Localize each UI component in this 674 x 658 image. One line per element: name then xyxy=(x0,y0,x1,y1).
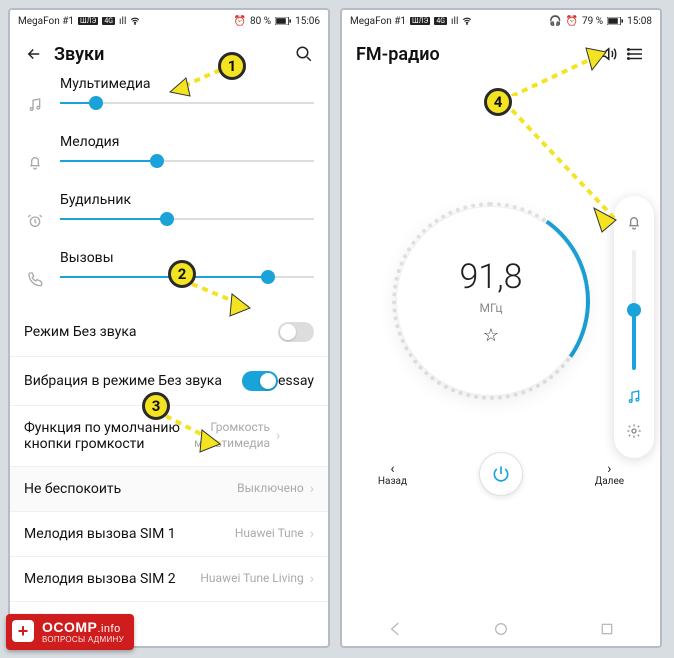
chevron-right-icon: › xyxy=(276,428,280,444)
slider-label: Будильник xyxy=(60,192,314,208)
battery-icon xyxy=(275,17,291,25)
net-badge: 4G xyxy=(102,17,115,25)
music-icon[interactable] xyxy=(623,386,645,408)
chevron-right-icon: › xyxy=(310,571,314,587)
signal-icon: ıll xyxy=(451,16,458,27)
chevron-right-icon: › xyxy=(607,462,611,476)
carrier-label: MegaFon #1 xyxy=(18,16,74,27)
annotation-marker-1: 1 xyxy=(218,52,246,80)
row-label: Режим Без звука xyxy=(24,324,278,340)
row-value: Huawei Tune xyxy=(235,526,304,542)
wifi-icon xyxy=(462,16,472,26)
battery-pct: 79 % xyxy=(582,16,603,27)
row-label: Мелодия вызова SIM 2 xyxy=(24,571,200,587)
alarm-icon: ⏰ xyxy=(234,16,246,27)
status-bar: MegaFon #1 ШЛЭ 4G ıll ⏰ 80 % 15:06 xyxy=(10,10,328,32)
favorite-icon[interactable]: ☆ xyxy=(483,325,499,346)
row-value: Выключено xyxy=(237,481,304,497)
alarm-icon: ⏰ xyxy=(566,16,578,27)
toggle-silent[interactable] xyxy=(278,322,314,342)
row-vibrate-silent[interactable]: Вибрация в режиме Без звука essay xyxy=(10,357,328,406)
slider-alarm: Будильник xyxy=(24,192,314,232)
plus-icon: + xyxy=(12,620,34,642)
row-label: Вибрация в режиме Без звука xyxy=(24,373,242,389)
signal-icon: ıll xyxy=(119,16,126,27)
annotation-marker-3: 3 xyxy=(142,392,170,420)
back-icon[interactable] xyxy=(24,44,44,64)
alarm-icon xyxy=(24,210,46,232)
watermark-badge: + OCOMP.info ВОПРОСЫ АДМИНУ xyxy=(6,614,134,650)
chevron-right-icon: › xyxy=(310,481,314,497)
battery-pct: 80 % xyxy=(250,16,271,27)
row-silent-mode[interactable]: Режим Без звука xyxy=(10,308,328,357)
frequency-unit: МГц xyxy=(479,301,502,315)
chevron-left-icon: ‹ xyxy=(390,462,394,476)
annotation-marker-4: 4 xyxy=(484,88,512,116)
chevron-right-icon: › xyxy=(310,526,314,542)
phone-sounds: MegaFon #1 ШЛЭ 4G ıll ⏰ 80 % 15:06 Звуки… xyxy=(8,8,330,648)
clock: 15:06 xyxy=(295,16,320,27)
prev-button[interactable]: ‹ Назад xyxy=(378,462,407,487)
status-bar: MegaFon #1 ШЛЭ 4G ıll 🎧 ⏰ 79 % 15:08 xyxy=(342,10,660,32)
nav-home-icon[interactable] xyxy=(493,621,509,637)
nav-recent-icon[interactable] xyxy=(599,621,615,637)
annotation-arrow-4a xyxy=(498,36,638,96)
bell-icon xyxy=(24,152,46,174)
gear-icon[interactable] xyxy=(623,420,645,442)
clock: 15:08 xyxy=(627,16,652,27)
slider-track[interactable] xyxy=(60,218,314,220)
row-value: Huawei Tune Living xyxy=(200,571,303,587)
music-icon xyxy=(24,94,46,116)
frequency-value: 91,8 xyxy=(459,257,522,297)
power-button[interactable] xyxy=(479,452,523,496)
row-sim2-ringtone[interactable]: Мелодия вызова SIM 2 Huawei Tune Living … xyxy=(10,557,328,602)
next-button[interactable]: › Далее xyxy=(595,462,624,487)
brand-text: OCOMP xyxy=(42,619,97,635)
brand-tld: .info xyxy=(97,623,120,635)
row-dnd[interactable]: Не беспокоить Выключено › xyxy=(10,467,328,512)
row-sim1-ringtone[interactable]: Мелодия вызова SIM 1 Huawei Tune › xyxy=(10,512,328,557)
volte-badge: ШЛЭ xyxy=(410,17,430,25)
btn-label: Далее xyxy=(595,476,624,487)
slider-label: Мелодия xyxy=(60,134,314,150)
carrier-label: MegaFon #1 xyxy=(350,16,406,27)
row-label: Мелодия вызова SIM 1 xyxy=(24,526,235,542)
annotation-marker-2: 2 xyxy=(168,260,196,288)
btn-label: Назад xyxy=(378,476,407,487)
wifi-icon xyxy=(130,16,140,26)
slider-track[interactable] xyxy=(60,160,314,162)
volte-badge: ШЛЭ xyxy=(78,17,98,25)
nav-bar xyxy=(342,612,660,646)
headphones-icon: 🎧 xyxy=(549,16,561,27)
fm-controls: ‹ Назад › Далее xyxy=(342,452,660,496)
slider-ringtone: Мелодия xyxy=(24,134,314,174)
row-label: Не беспокоить xyxy=(24,481,237,497)
net-badge: 4G xyxy=(434,17,447,25)
volume-sliders: Мультимедиа Мелодия Будильник xyxy=(10,76,328,290)
nav-back-icon[interactable] xyxy=(387,621,403,637)
phone-icon xyxy=(24,268,46,290)
annotation-arrow-4b xyxy=(498,104,648,244)
toggle-vibrate[interactable] xyxy=(242,371,278,391)
battery-icon xyxy=(607,17,623,25)
brand-tagline: ВОПРОСЫ АДМИНУ xyxy=(42,635,124,644)
search-icon[interactable] xyxy=(294,44,314,64)
volume-slider[interactable] xyxy=(632,250,636,370)
